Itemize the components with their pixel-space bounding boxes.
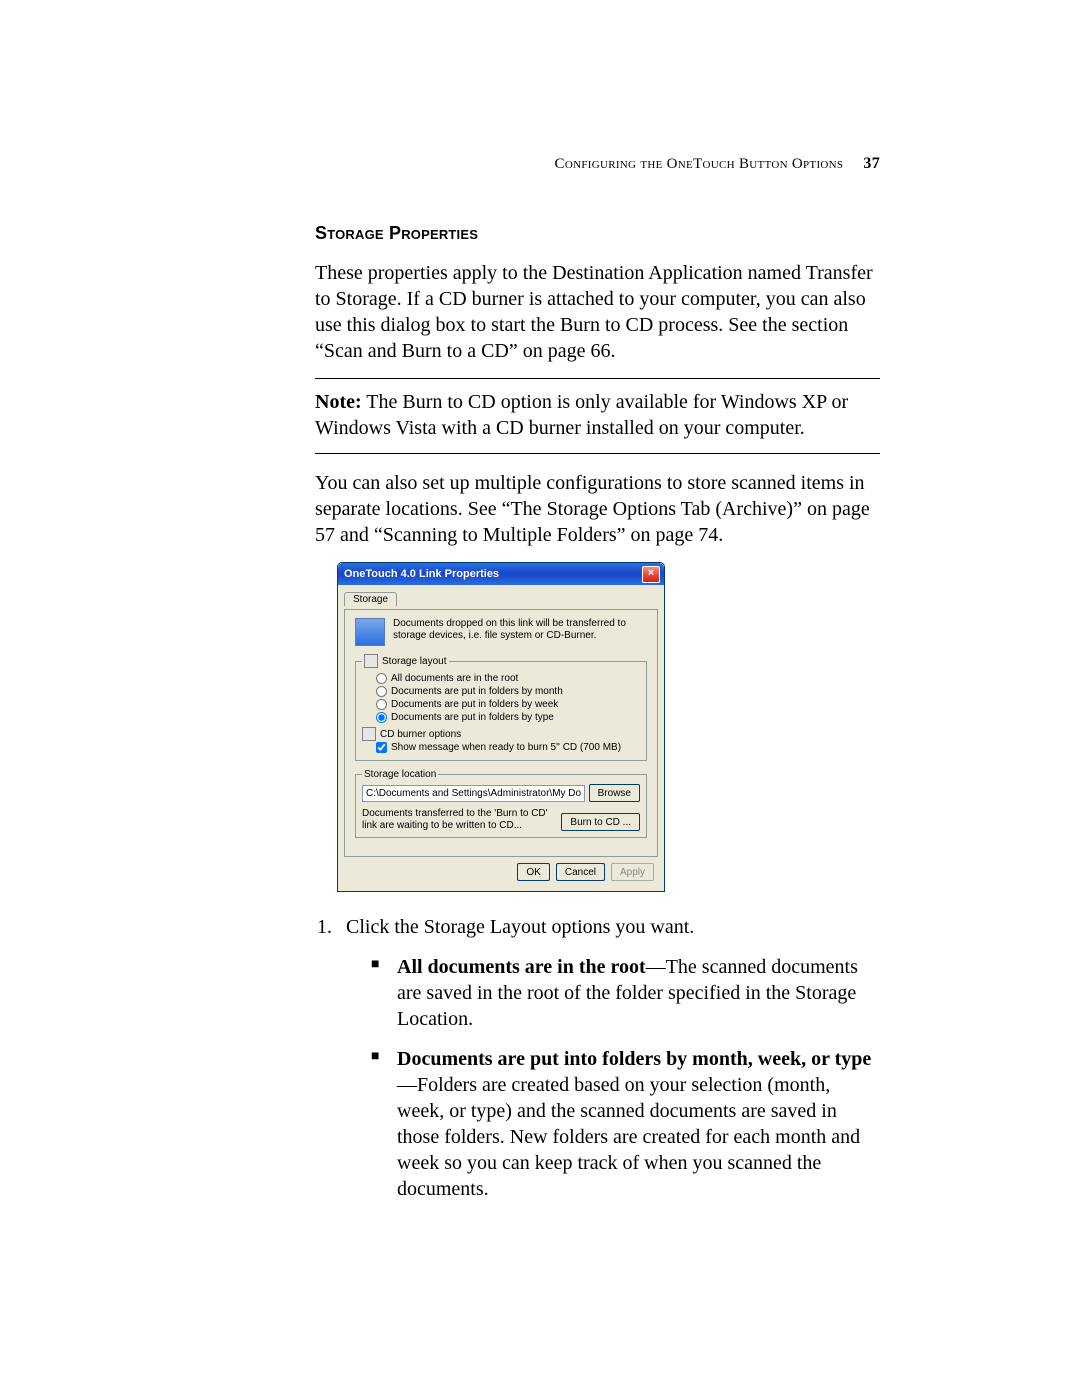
- dialog-title: OneTouch 4.0 Link Properties: [344, 568, 499, 580]
- cd-burner-icon: [362, 727, 376, 741]
- tab-panel-storage: Documents dropped on this link will be t…: [344, 609, 658, 857]
- bullet-folders-rest: —Folders are created based on your selec…: [397, 1074, 860, 1200]
- bullet-root-bold: All documents are in the root: [397, 956, 646, 978]
- after-note-paragraph: You can also set up multiple configurati…: [315, 470, 880, 548]
- storage-device-icon: [355, 618, 385, 646]
- checkbox-show-burn-label: Show message when ready to burn 5'' CD (…: [391, 742, 621, 753]
- browse-button[interactable]: Browse: [589, 784, 640, 802]
- cancel-button[interactable]: Cancel: [556, 863, 605, 881]
- note-block: Note: The Burn to CD option is only avai…: [315, 378, 880, 454]
- close-icon[interactable]: ×: [642, 566, 660, 583]
- step-1: Click the Storage Layout options you wan…: [341, 914, 880, 1202]
- link-properties-dialog: OneTouch 4.0 Link Properties × Storage D…: [337, 562, 665, 892]
- page-number: 37: [863, 155, 880, 172]
- intro-paragraph: These properties apply to the Destinatio…: [315, 260, 880, 364]
- radio-week[interactable]: [376, 699, 387, 710]
- radio-type[interactable]: [376, 712, 387, 723]
- radio-root-label: All documents are in the root: [391, 673, 518, 684]
- storage-layout-group: Storage layout All documents are in the …: [355, 654, 647, 761]
- burn-waiting-text: Documents transferred to the 'Burn to CD…: [362, 808, 555, 831]
- radio-type-label: Documents are put in folders by type: [391, 712, 554, 723]
- ok-button[interactable]: OK: [517, 863, 549, 881]
- radio-month-label: Documents are put in folders by month: [391, 686, 563, 697]
- note-text: The Burn to CD option is only available …: [315, 391, 848, 439]
- burn-to-cd-button[interactable]: Burn to CD ...: [561, 813, 640, 831]
- apply-button[interactable]: Apply: [611, 863, 654, 881]
- cd-burner-header: CD burner options: [380, 729, 461, 740]
- bullet-folders-bold: Documents are put into folders by month,…: [397, 1048, 871, 1070]
- radio-month[interactable]: [376, 686, 387, 697]
- note-label: Note:: [315, 391, 362, 413]
- storage-location-group: Storage location Browse Documents transf…: [355, 769, 647, 838]
- bullet-root: All documents are in the root—The scanne…: [371, 954, 880, 1032]
- section-heading: Storage Properties: [315, 223, 880, 244]
- running-header: Configuring the OneTouch Button Options …: [315, 155, 880, 173]
- radio-week-label: Documents are put in folders by week: [391, 699, 558, 710]
- storage-path-input[interactable]: [362, 785, 585, 802]
- storage-location-legend: Storage location: [362, 769, 438, 780]
- running-title: Configuring the OneTouch Button Options: [555, 156, 844, 172]
- radio-root[interactable]: [376, 673, 387, 684]
- step-1-text: Click the Storage Layout options you wan…: [346, 916, 694, 938]
- tab-storage[interactable]: Storage: [344, 592, 397, 606]
- folder-layout-icon: [364, 654, 378, 668]
- bullet-folders: Documents are put into folders by month,…: [371, 1046, 880, 1202]
- dialog-titlebar[interactable]: OneTouch 4.0 Link Properties ×: [338, 563, 664, 585]
- storage-layout-legend: Storage layout: [382, 656, 447, 667]
- dialog-description: Documents dropped on this link will be t…: [393, 618, 647, 642]
- checkbox-show-burn-message[interactable]: [376, 742, 387, 753]
